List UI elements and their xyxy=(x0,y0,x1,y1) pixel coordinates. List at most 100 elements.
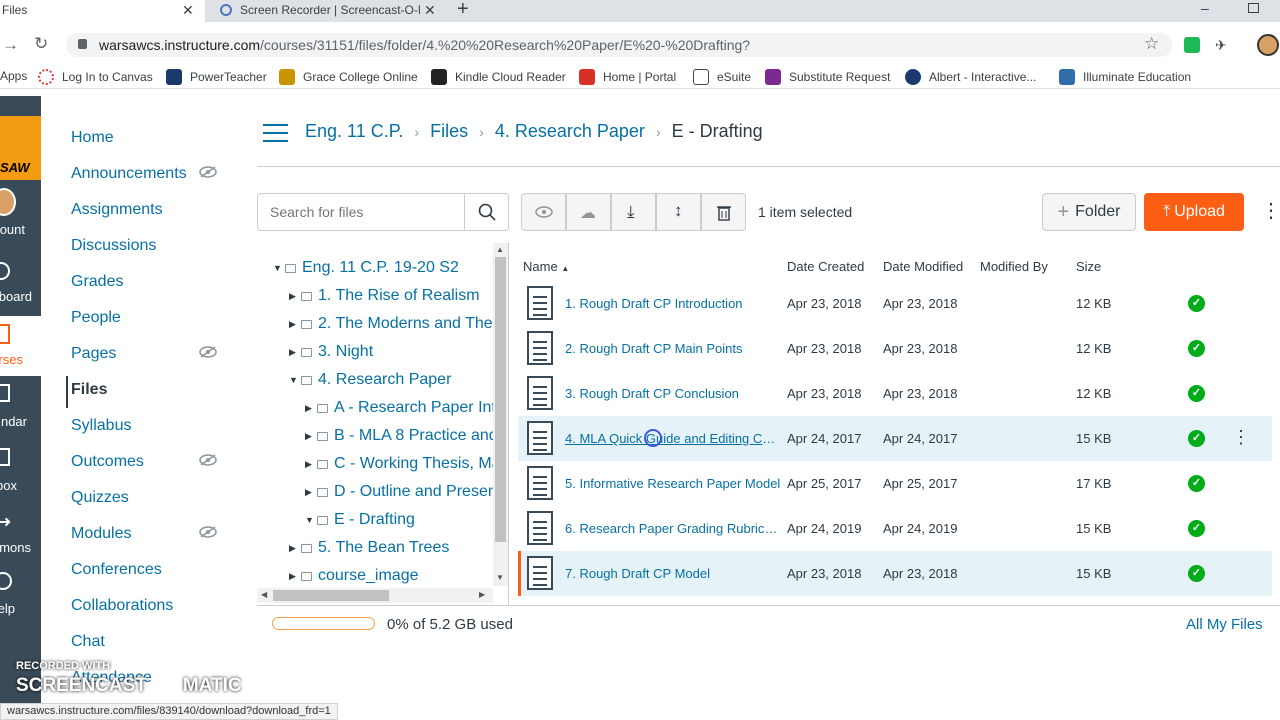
published-check-icon[interactable]: ✓ xyxy=(1188,385,1205,402)
course-nav-grades[interactable]: Grades xyxy=(71,273,123,291)
bookmark-canvas[interactable]: Log In to Canvas xyxy=(38,69,153,85)
new-tab-icon[interactable]: + xyxy=(457,0,469,21)
extension-icon[interactable]: ✈ xyxy=(1215,37,1231,53)
caret-right-icon[interactable]: ▶ xyxy=(289,543,301,554)
column-header-modified[interactable]: Date Modified xyxy=(883,259,963,274)
column-header-size[interactable]: Size xyxy=(1076,259,1101,274)
forward-icon[interactable]: → xyxy=(2,35,19,55)
tree-item[interactable]: ▶ B - MLA 8 Practice and xyxy=(305,427,498,445)
scroll-down-icon[interactable]: ▼ xyxy=(496,573,504,582)
nav-help[interactable]: elp xyxy=(0,572,41,622)
published-check-icon[interactable]: ✓ xyxy=(1188,340,1205,357)
course-nav-home[interactable]: Home xyxy=(71,129,114,147)
caret-right-icon[interactable]: ▶ xyxy=(289,291,301,302)
delete-button[interactable] xyxy=(701,193,746,231)
caret-down-icon[interactable]: ▼ xyxy=(273,263,285,273)
tab-screencast[interactable]: Screen Recorder | Screencast-O-M ✕ xyxy=(210,0,445,22)
nav-dashboard[interactable]: board xyxy=(0,262,41,312)
minimize-icon[interactable]: – xyxy=(1201,0,1209,16)
caret-right-icon[interactable]: ▶ xyxy=(305,431,317,442)
file-name-link[interactable]: 6. Research Paper Grading Rubric - ... xyxy=(565,521,781,536)
table-row[interactable]: 4. MLA Quick Guide and Editing Che... Ap… xyxy=(518,416,1272,461)
table-row[interactable]: 3. Rough Draft CP Conclusion Apr 23, 201… xyxy=(518,371,1272,416)
published-check-icon[interactable]: ✓ xyxy=(1188,520,1205,537)
tree-vertical-scrollbar[interactable]: ▲ ▼ xyxy=(493,243,508,586)
table-row[interactable]: 6. Research Paper Grading Rubric - ... A… xyxy=(518,506,1272,551)
scroll-left-icon[interactable]: ◀ xyxy=(261,590,267,599)
bookmark-esuite[interactable]: eSuite xyxy=(693,69,751,85)
move-button[interactable]: ↕ xyxy=(656,193,701,231)
bookmark-kindle[interactable]: Kindle Cloud Reader xyxy=(431,69,566,85)
close-icon[interactable]: ✕ xyxy=(182,0,194,20)
tab-files[interactable]: Files ✕ xyxy=(0,0,205,22)
bookmark-apps[interactable]: Apps xyxy=(0,69,27,83)
all-my-files-link[interactable]: All My Files xyxy=(1186,616,1263,633)
breadcrumb-files[interactable]: Files xyxy=(430,121,468,141)
tree-horizontal-scrollbar[interactable]: ◀ ▶ xyxy=(257,588,493,603)
caret-right-icon[interactable]: ▶ xyxy=(289,347,301,358)
tree-item[interactable]: ▶ A - Research Paper Intr xyxy=(305,399,501,417)
tree-item[interactable]: ▶ 3. Night xyxy=(289,343,373,361)
course-nav-people[interactable]: People xyxy=(71,309,121,327)
nav-calendar[interactable]: ndar xyxy=(0,384,41,434)
permissions-button[interactable]: ☁ xyxy=(566,193,611,231)
scroll-up-icon[interactable]: ▲ xyxy=(496,245,504,254)
add-folder-button[interactable]: + Folder xyxy=(1042,193,1136,231)
column-header-created[interactable]: Date Created xyxy=(787,259,864,274)
url-text[interactable]: warsawcs.instructure.com/courses/31151/f… xyxy=(99,37,750,53)
bookmark-illuminate[interactable]: Illuminate Education xyxy=(1059,69,1191,85)
course-nav-syllabus[interactable]: Syllabus xyxy=(71,417,131,435)
school-logo[interactable]: SAW xyxy=(0,116,41,180)
breadcrumb-course[interactable]: Eng. 11 C.P. xyxy=(305,121,403,141)
published-check-icon[interactable]: ✓ xyxy=(1188,295,1205,312)
course-nav-conferences[interactable]: Conferences xyxy=(71,561,162,579)
tree-item[interactable]: ▶ 1. The Rise of Realism xyxy=(289,287,480,305)
published-check-icon[interactable]: ✓ xyxy=(1188,565,1205,582)
published-check-icon[interactable]: ✓ xyxy=(1188,475,1205,492)
bookmark-albert[interactable]: Albert - Interactive... xyxy=(905,69,1036,85)
tree-item[interactable]: ▶ 5. The Bean Trees xyxy=(289,539,449,557)
column-header-name[interactable]: Name ▲ xyxy=(523,259,569,274)
file-name-link[interactable]: 4. MLA Quick Guide and Editing Che... xyxy=(565,431,781,446)
more-options-icon[interactable]: ⋮ xyxy=(1261,198,1280,223)
nav-commons[interactable]: ➜ mons xyxy=(0,512,41,562)
hamburger-icon[interactable] xyxy=(263,124,288,142)
table-row[interactable]: 2. Rough Draft CP Main Points Apr 23, 20… xyxy=(518,326,1272,371)
caret-right-icon[interactable]: ▶ xyxy=(305,403,317,414)
caret-down-icon[interactable]: ▼ xyxy=(289,375,301,385)
scroll-right-icon[interactable]: ▶ xyxy=(479,590,485,599)
table-row[interactable]: 1. Rough Draft CP Introduction Apr 23, 2… xyxy=(518,281,1272,326)
tree-item[interactable]: ▼ Eng. 11 C.P. 19-20 S2 xyxy=(273,259,459,277)
tree-item[interactable]: ▶ D - Outline and Presen xyxy=(305,483,497,501)
course-nav-announcements[interactable]: Announcements xyxy=(71,165,187,183)
caret-right-icon[interactable]: ▶ xyxy=(305,487,317,498)
star-icon[interactable]: ☆ xyxy=(1144,34,1159,54)
table-row[interactable]: 5. Informative Research Paper Model Apr … xyxy=(518,461,1272,506)
course-nav-files[interactable]: Files xyxy=(71,381,107,399)
file-name-link[interactable]: 2. Rough Draft CP Main Points xyxy=(565,341,743,356)
bookmark-powerteacher[interactable]: PowerTeacher xyxy=(166,69,267,85)
caret-right-icon[interactable]: ▶ xyxy=(289,319,301,330)
bookmark-portal[interactable]: Home | Portal xyxy=(579,69,676,85)
scroll-thumb[interactable] xyxy=(273,590,389,601)
nav-courses[interactable]: urses xyxy=(0,316,41,376)
tree-item[interactable]: ▼ 4. Research Paper xyxy=(289,371,451,389)
course-nav-modules[interactable]: Modules xyxy=(71,525,131,543)
close-icon[interactable]: ✕ xyxy=(424,0,436,20)
restore-icon[interactable] xyxy=(1248,3,1259,13)
published-check-icon[interactable]: ✓ xyxy=(1188,430,1205,447)
search-button[interactable] xyxy=(464,194,508,230)
course-nav-quizzes[interactable]: Quizzes xyxy=(71,489,129,507)
reload-icon[interactable]: ↻ xyxy=(34,34,48,54)
tree-item[interactable]: ▶ C - Working Thesis, Ma xyxy=(305,455,501,473)
column-header-modified-by[interactable]: Modified By xyxy=(980,259,1048,274)
file-name-link[interactable]: 3. Rough Draft CP Conclusion xyxy=(565,386,739,401)
course-nav-discussions[interactable]: Discussions xyxy=(71,237,156,255)
profile-avatar[interactable] xyxy=(1257,34,1279,56)
course-nav-assignments[interactable]: Assignments xyxy=(71,201,163,219)
upload-button[interactable]: ⤒ Upload xyxy=(1144,193,1244,231)
tree-item[interactable]: ▶ course_image xyxy=(289,567,419,585)
row-menu-icon[interactable]: ⋮ xyxy=(1232,427,1250,448)
download-button[interactable]: ⤓ xyxy=(611,193,656,231)
search-input[interactable] xyxy=(258,194,464,230)
